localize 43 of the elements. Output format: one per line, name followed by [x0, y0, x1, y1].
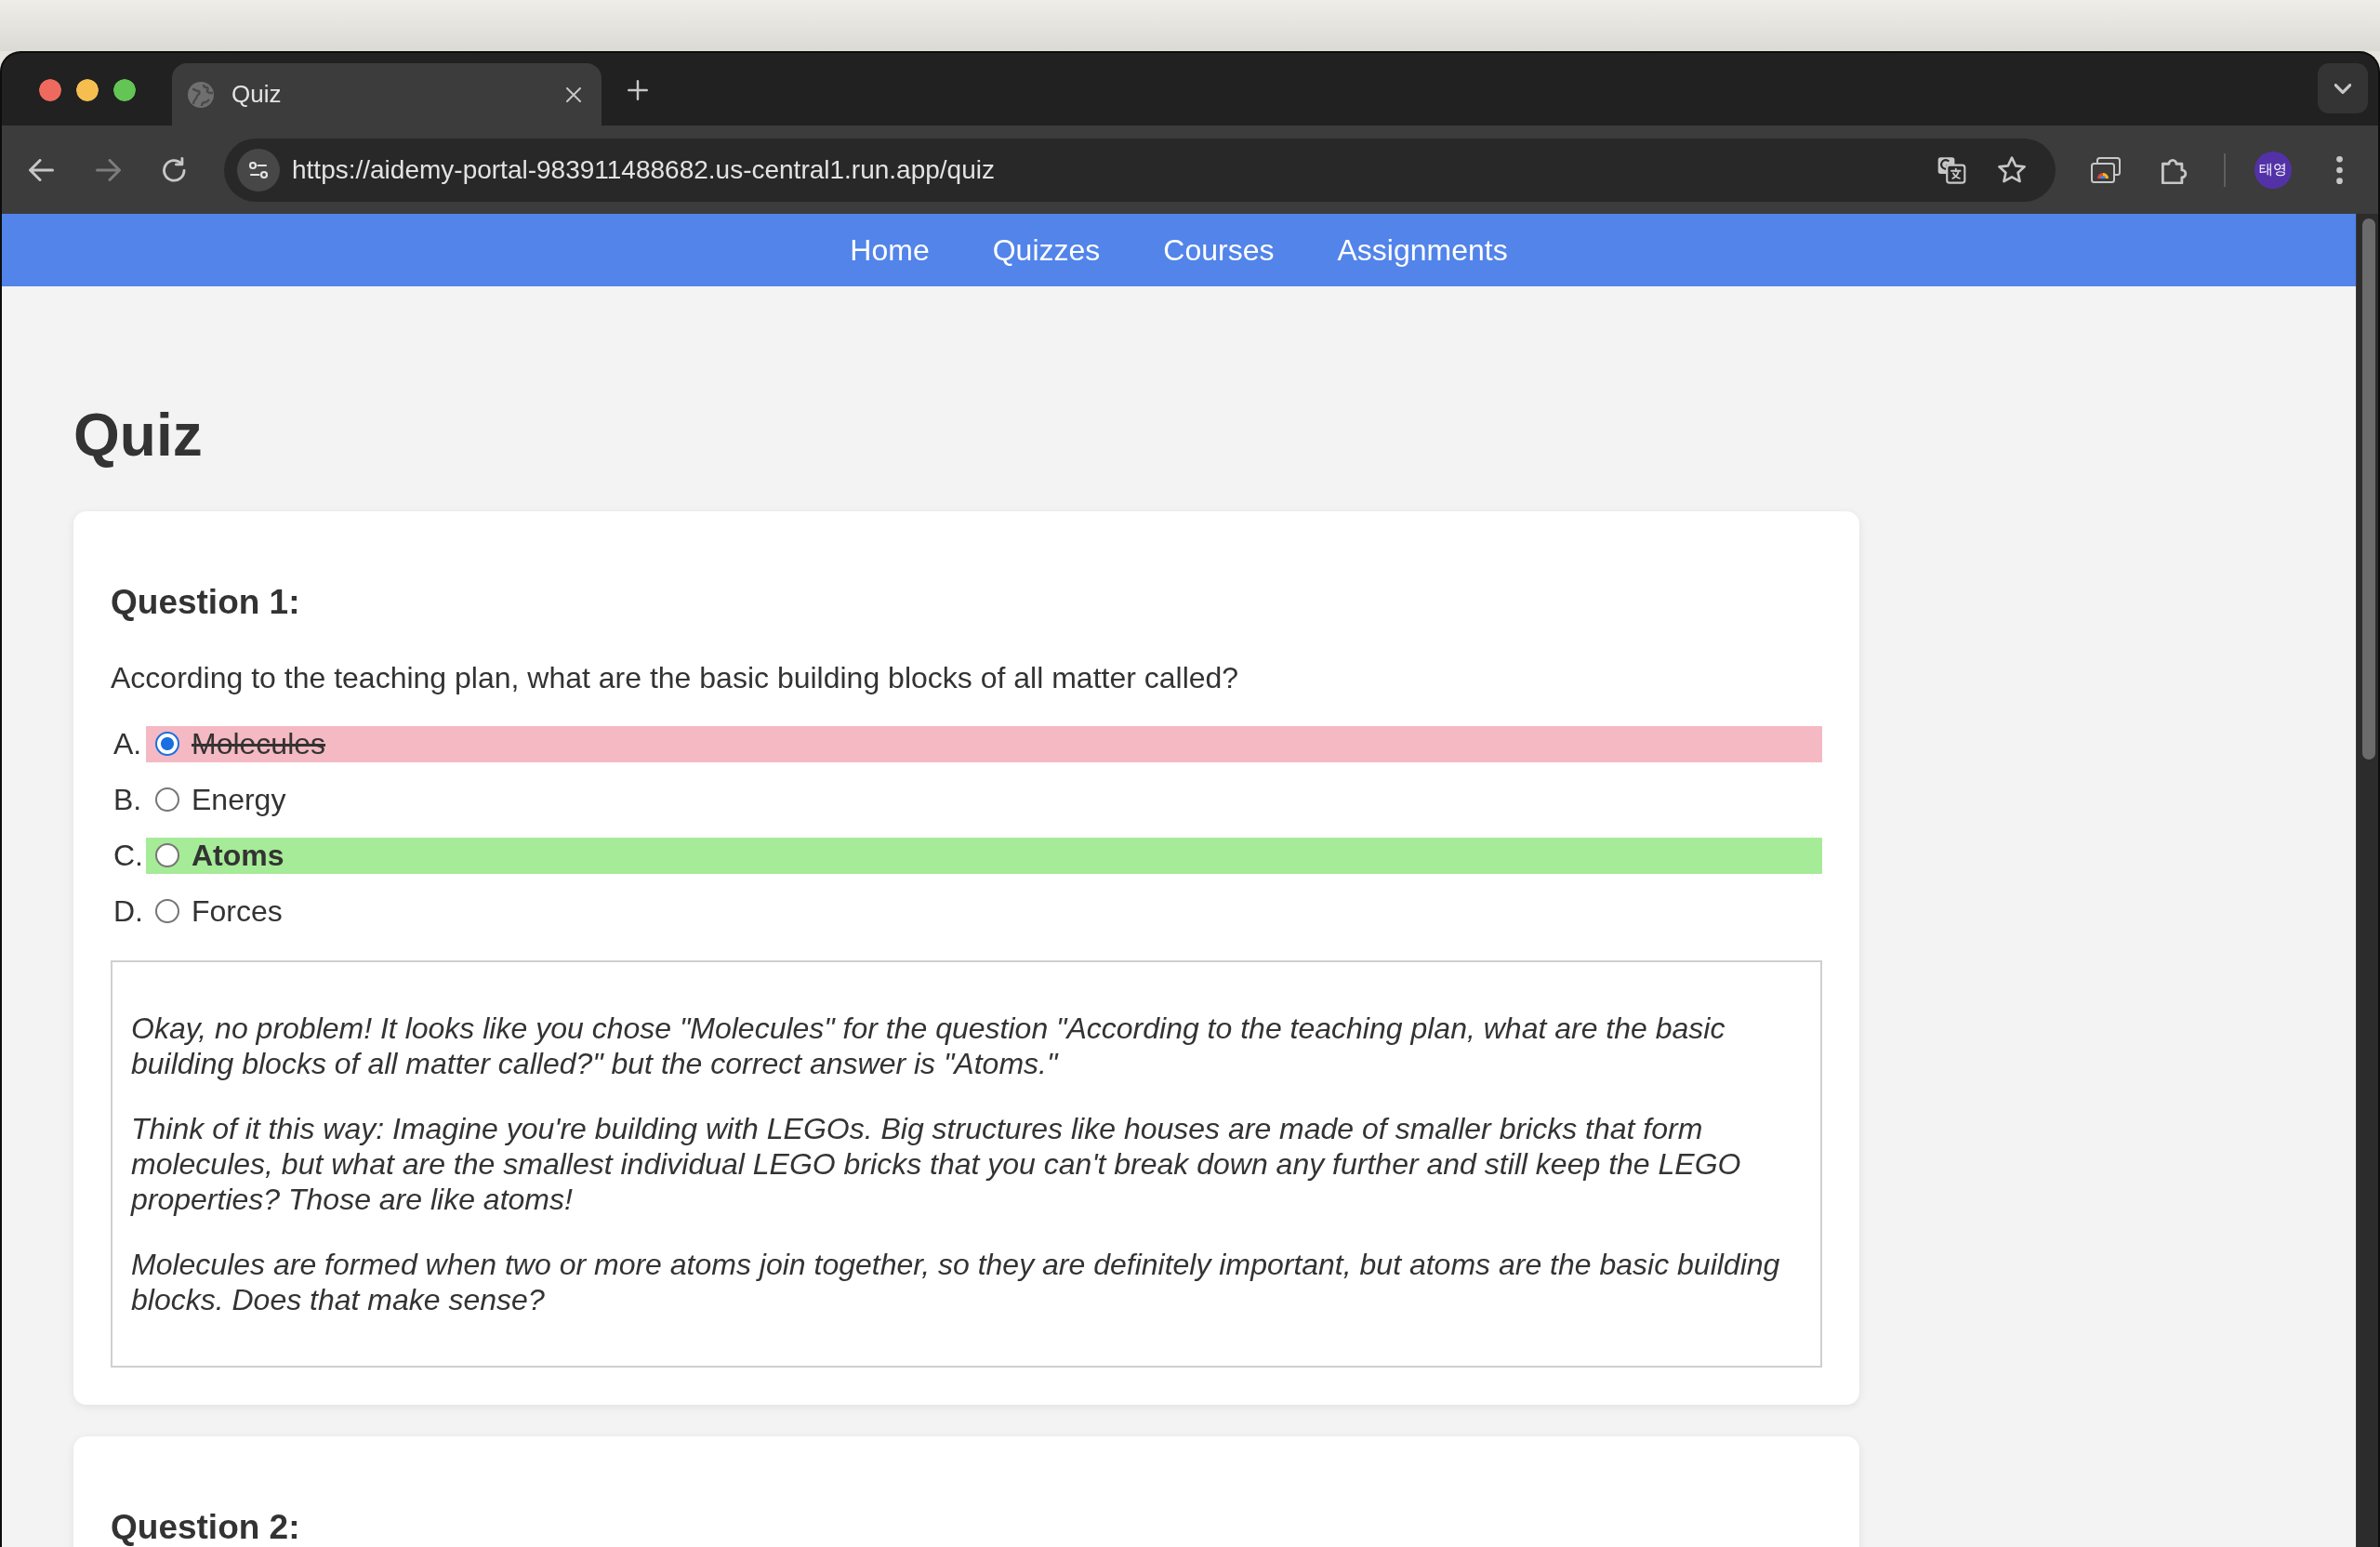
radio-button[interactable]	[155, 899, 179, 924]
option-label: Forces	[192, 892, 283, 930]
question-heading: Question 1:	[111, 585, 301, 619]
reload-icon	[163, 156, 187, 183]
tab-list-button[interactable]	[2318, 63, 2368, 113]
globe-icon	[188, 81, 214, 108]
option-label: Energy	[192, 781, 286, 818]
page-title: Quiz	[73, 401, 204, 470]
feedback-paragraph: Molecules are formed when two or more atoms join together, so they are definitely important, but atoms are the basic building blocks. Does that make sense?	[131, 1246, 1781, 1317]
browser-tab[interactable]: Quiz	[172, 63, 602, 126]
stacked-windows-icon[interactable]	[2091, 156, 2121, 183]
close-icon[interactable]	[566, 86, 581, 102]
window-minimize-icon[interactable]	[76, 79, 99, 101]
option-label: Atoms	[192, 837, 284, 874]
option-letter: D.	[113, 893, 144, 931]
address-bar[interactable]: https://aidemy-portal-983911488682.us-central1.run.app/quiz	[224, 138, 2056, 202]
profile-avatar[interactable]: 태영	[2254, 151, 2292, 189]
option-letter: B.	[113, 782, 143, 819]
menu-icon[interactable]	[2336, 155, 2343, 184]
forward-icon	[95, 158, 121, 181]
star-icon[interactable]	[1998, 156, 2026, 183]
feedback-paragraph: Think of it this way: Imagine you're building with LEGOs. Big structures like houses are made of smaller bricks that form molecules, but what are the smallest individual LEGO bricks that you can't break down any further and still keep the LEGO properties? Those are like atoms!	[131, 1110, 1742, 1217]
feedback-paragraph: Okay, no problem! It looks like you chose "Molecules" for the question "According to the teaching plan, what are the basic building blocks of all matter called?" but the correct answer is "Atoms."	[131, 1010, 1726, 1081]
option-letter: A.	[113, 726, 143, 763]
option-label: Molecules	[192, 725, 326, 762]
nav-link[interactable]: Courses	[1131, 231, 1306, 269]
translate-icon[interactable]	[1937, 155, 1966, 184]
scrollbar-thumb[interactable]	[2362, 218, 2375, 760]
radio-button[interactable]	[155, 787, 179, 813]
plus-icon[interactable]	[628, 80, 648, 100]
window-zoom-icon[interactable]	[113, 79, 136, 101]
chevron-down-icon	[2334, 83, 2351, 94]
site-settings-icon[interactable]	[237, 148, 280, 192]
option-letter: C.	[113, 838, 144, 875]
nav-link[interactable]: Quizzes	[960, 231, 1132, 269]
radio-button[interactable]	[155, 843, 179, 868]
nav-link[interactable]: Home	[818, 231, 961, 269]
question-heading: Question 2:	[111, 1510, 301, 1544]
nav-link[interactable]: Assignments	[1305, 231, 1540, 269]
radio-button[interactable]	[155, 732, 179, 757]
window-close-icon[interactable]	[39, 79, 61, 101]
question-text: According to the teaching plan, what are the basic building blocks of all matter called?	[111, 659, 1240, 695]
back-icon	[28, 158, 54, 181]
